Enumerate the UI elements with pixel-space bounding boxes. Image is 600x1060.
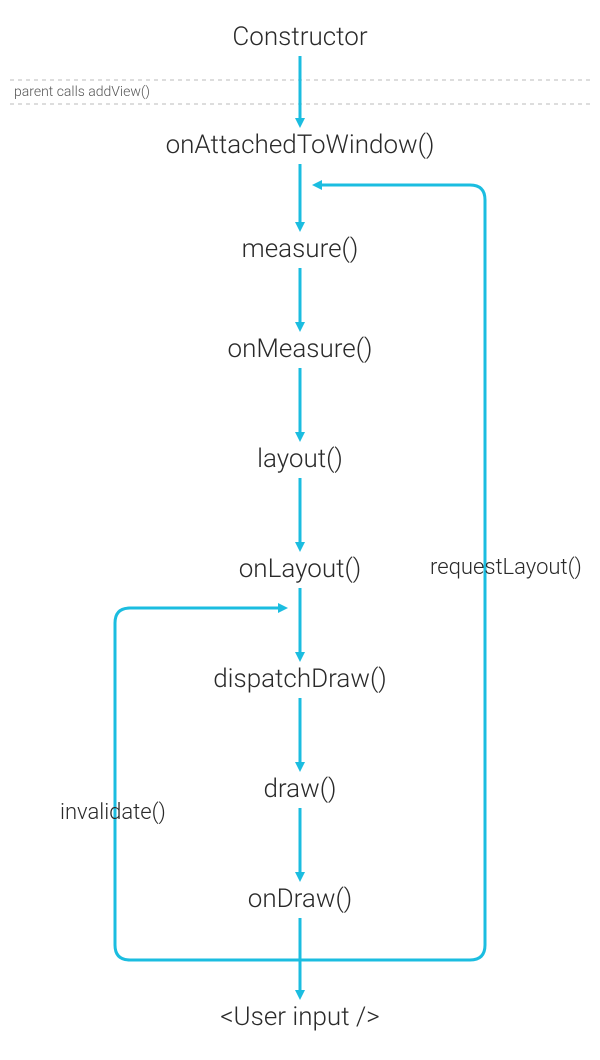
label-requestlayout: requestLayout()	[430, 555, 582, 580]
divider-label: parent calls addView()	[14, 84, 150, 100]
node-onattachedtowindow: onAttachedToWindow()	[0, 130, 600, 160]
label-invalidate: invalidate()	[60, 800, 166, 825]
node-ondraw: onDraw()	[0, 884, 600, 914]
node-userinput: <User input />	[0, 1002, 600, 1032]
node-constructor: Constructor	[0, 22, 600, 52]
node-measure: measure()	[0, 234, 600, 264]
node-dispatchdraw: dispatchDraw()	[0, 664, 600, 694]
node-layout: layout()	[0, 444, 600, 474]
node-onmeasure: onMeasure()	[0, 334, 600, 364]
